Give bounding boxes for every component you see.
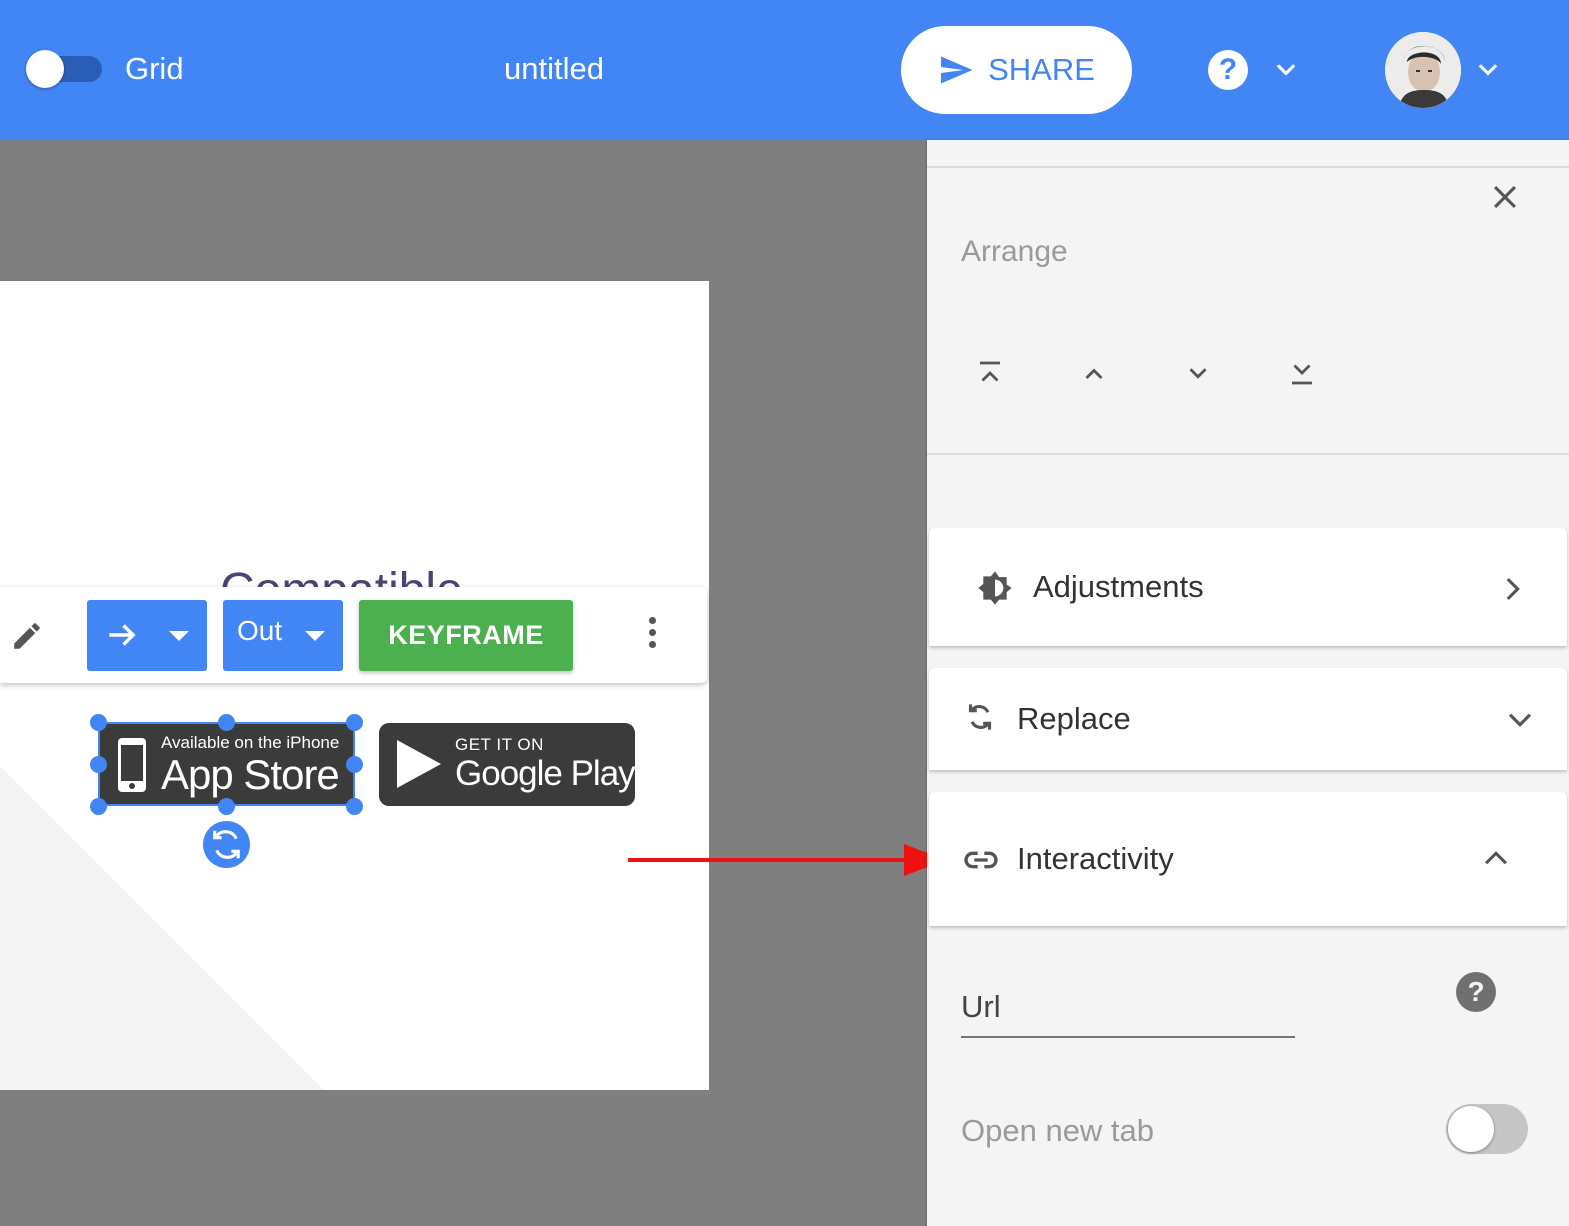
rotate-icon	[213, 830, 240, 859]
google-play-title: Google Play	[455, 754, 636, 793]
grid-toggle-knob	[26, 50, 64, 88]
send-backward-icon[interactable]	[1183, 358, 1213, 388]
resize-handle-right[interactable]	[346, 756, 363, 773]
bring-to-front-icon[interactable]	[975, 358, 1005, 388]
google-play-caption: GET IT ON	[455, 735, 544, 754]
grid-toggle[interactable]	[26, 50, 102, 88]
chevron-right-icon	[1506, 577, 1520, 601]
more-vert-icon[interactable]	[644, 617, 660, 655]
top-bar: Grid untitled SHARE ?	[0, 0, 1569, 140]
resize-handle-bottom[interactable]	[218, 798, 235, 815]
annotation-arrow	[628, 844, 946, 876]
send-to-back-icon[interactable]	[1287, 358, 1317, 388]
refresh-icon	[968, 704, 992, 730]
account-menu-chevron-down-icon[interactable]	[1474, 56, 1502, 84]
google-play-badge[interactable]: GET IT ON Google Play	[379, 723, 636, 806]
help-icon[interactable]: ?	[1208, 50, 1248, 90]
animation-mode-dropdown[interactable]: Out	[223, 600, 343, 671]
panel-divider	[927, 166, 1569, 168]
adjustments-label: Adjustments	[1033, 569, 1204, 604]
animation-mode-label: Out	[237, 615, 283, 646]
arrow-right-icon	[109, 624, 136, 646]
share-button[interactable]: SHARE	[901, 26, 1132, 114]
interactivity-section[interactable]: Interactivity	[929, 792, 1567, 926]
panel-divider	[927, 453, 1569, 455]
link-icon	[964, 851, 998, 869]
resize-handle-bottom-right[interactable]	[346, 798, 363, 815]
selection-frame	[98, 722, 355, 806]
open-new-tab-knob	[1448, 1106, 1494, 1152]
element-toolbar: Out KEYFRAME	[0, 587, 707, 683]
close-icon[interactable]	[1488, 180, 1522, 214]
replace-section[interactable]: Replace	[929, 668, 1567, 770]
replace-label: Replace	[1017, 701, 1131, 736]
chevron-down-icon	[1508, 713, 1532, 727]
properties-panel: Arrange Adjustments Replace Interactivit…	[927, 140, 1569, 1226]
share-label: SHARE	[988, 52, 1095, 87]
animation-direction-dropdown[interactable]	[87, 600, 207, 671]
mode-caret-icon	[305, 631, 325, 641]
pencil-icon[interactable]	[10, 619, 44, 653]
document-title[interactable]: untitled	[504, 50, 604, 88]
resize-handle-bottom-left[interactable]	[90, 798, 107, 815]
help-menu-chevron-down-icon[interactable]	[1272, 56, 1300, 84]
slide-canvas[interactable]: Compatible	[0, 281, 709, 1090]
chevron-up-icon	[1484, 851, 1508, 865]
avatar-portrait-icon	[1385, 32, 1461, 108]
resize-handle-top[interactable]	[218, 714, 235, 731]
open-new-tab-toggle[interactable]	[1444, 1102, 1528, 1156]
arrange-title: Arrange	[961, 235, 1068, 268]
keyframe-button[interactable]: KEYFRAME	[359, 600, 573, 671]
send-icon	[941, 56, 973, 84]
url-field-label[interactable]: Url	[961, 988, 1001, 1026]
grid-label: Grid	[125, 51, 184, 86]
interactivity-label: Interactivity	[1017, 841, 1174, 876]
play-triangle-icon	[397, 740, 441, 788]
rotate-handle[interactable]	[203, 821, 250, 868]
url-field-underline[interactable]	[961, 1036, 1295, 1038]
brightness-icon	[978, 571, 1012, 605]
user-avatar[interactable]	[1385, 32, 1461, 108]
direction-caret-icon	[169, 631, 189, 641]
resize-handle-left[interactable]	[90, 756, 107, 773]
url-help-icon[interactable]: ?	[1456, 972, 1496, 1012]
resize-handle-top-left[interactable]	[90, 714, 107, 731]
adjustments-section[interactable]: Adjustments	[929, 528, 1567, 646]
open-new-tab-label: Open new tab	[961, 1113, 1155, 1148]
slide-background-shape	[0, 766, 330, 1090]
bring-forward-icon[interactable]	[1079, 358, 1109, 388]
resize-handle-top-right[interactable]	[346, 714, 363, 731]
